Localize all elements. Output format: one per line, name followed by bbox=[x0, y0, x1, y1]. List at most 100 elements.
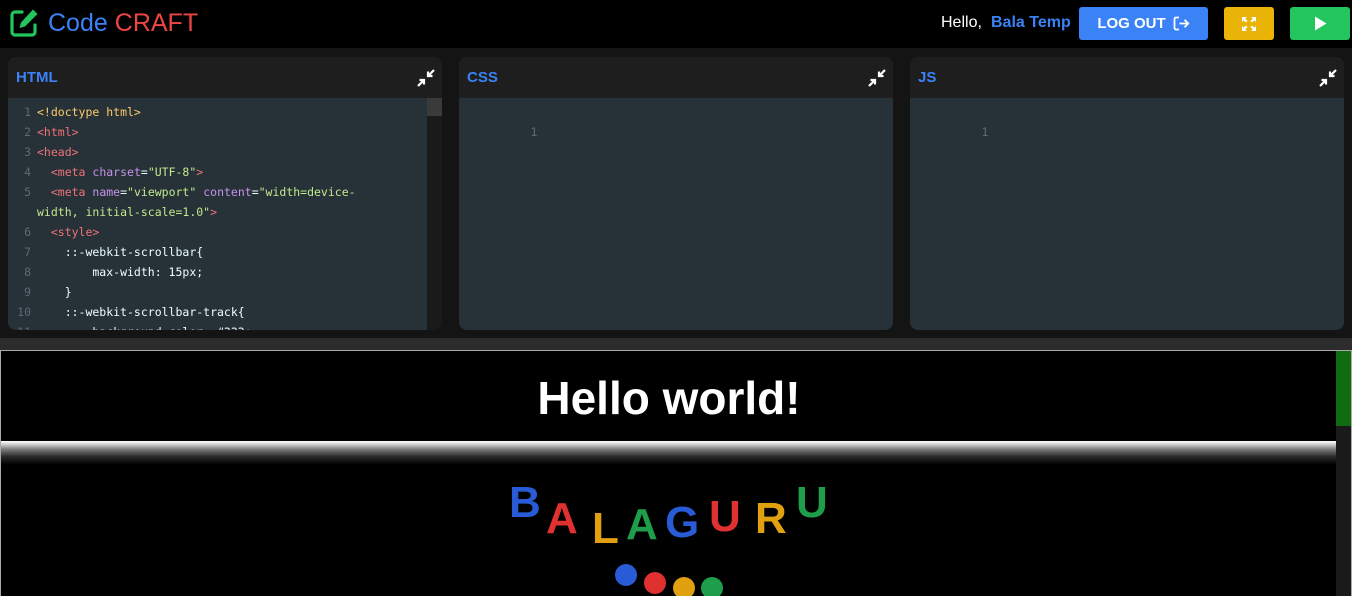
logout-button[interactable]: LOG OUT bbox=[1079, 7, 1208, 40]
logo-letter: A bbox=[546, 494, 578, 543]
play-icon bbox=[1314, 16, 1326, 31]
expand-icon bbox=[1242, 16, 1256, 31]
code-line: 4 <meta charset="UTF-8"> bbox=[8, 162, 203, 182]
css-editor-panel: CSS 1 bbox=[459, 57, 893, 330]
line-number: 1 bbox=[981, 125, 989, 139]
edit-icon bbox=[10, 9, 38, 37]
html-code-editor[interactable]: 1 <!doctype html> 2 <html> 3 <head> 4 <meta ch… bbox=[8, 98, 442, 330]
collapse-icon[interactable] bbox=[417, 69, 435, 87]
code-token: "viewport" bbox=[127, 185, 204, 199]
logo-letter: B bbox=[509, 478, 541, 527]
editor-area: HTML 1 <!doctype html> 2 <html> 3 <head> 4 <me… bbox=[0, 48, 1352, 384]
logo-letter: L bbox=[592, 504, 619, 553]
line-number: 5 bbox=[24, 185, 31, 199]
loading-dot bbox=[701, 577, 723, 596]
top-navbar: Code CRAFT Hello, Bala Temp LOG OUT bbox=[0, 0, 1352, 48]
code-line: 6 <style> bbox=[8, 222, 99, 242]
code-token: ::-webkit-scrollbar-track{ bbox=[37, 305, 245, 319]
collapse-icon[interactable] bbox=[1319, 69, 1337, 87]
logo-craft-text: CRAFT bbox=[114, 8, 199, 37]
code-token: <meta bbox=[50, 165, 93, 179]
app-logo[interactable]: Code CRAFT bbox=[8, 6, 198, 40]
code-token: <style> bbox=[50, 225, 100, 239]
code-token: <!doctype html> bbox=[37, 105, 141, 119]
html-editor-scrollbar[interactable] bbox=[427, 98, 442, 330]
js-panel-header: JS bbox=[910, 57, 1344, 98]
line-number: 11 bbox=[8, 322, 37, 330]
loading-dot bbox=[673, 577, 695, 596]
code-token: > bbox=[196, 165, 204, 179]
logo-letter: U bbox=[709, 492, 741, 541]
html-panel-title: HTML bbox=[16, 69, 58, 86]
html-editor-scroll-thumb[interactable] bbox=[427, 98, 442, 116]
split-divider[interactable] bbox=[0, 338, 1352, 350]
line-number: 1 bbox=[24, 105, 31, 119]
css-panel-header: CSS bbox=[459, 57, 893, 98]
css-panel-title: CSS bbox=[467, 69, 498, 86]
code-token: name bbox=[92, 185, 121, 199]
code-token: } bbox=[37, 285, 72, 299]
code-token: <head> bbox=[37, 145, 79, 159]
code-token: charset bbox=[92, 165, 141, 179]
preview-heading: Hello world! bbox=[537, 372, 801, 424]
code-line: 1 <!doctype html> bbox=[8, 102, 141, 122]
line-number: 9 bbox=[24, 285, 31, 299]
code-line: 8 max-width: 15px; bbox=[8, 262, 203, 282]
code-line: 10 ::-webkit-scrollbar-track{ bbox=[8, 302, 245, 322]
logo-code-text: Code bbox=[48, 8, 108, 37]
line-number: 8 bbox=[24, 265, 31, 279]
code-token: background-color: #333; bbox=[37, 325, 251, 330]
collapse-icon[interactable] bbox=[868, 69, 886, 87]
line-number: 4 bbox=[24, 165, 31, 179]
output-preview: Hello world! BALAGURU bbox=[0, 350, 1352, 596]
greeting-text: Hello, bbox=[941, 14, 982, 31]
code-token: = bbox=[251, 185, 259, 199]
js-panel-title: JS bbox=[918, 69, 937, 86]
code-token: "UTF-8" bbox=[147, 165, 197, 179]
code-line: width, initial-scale=1.0"> bbox=[8, 202, 217, 222]
logo-letter: G bbox=[665, 498, 700, 547]
html-editor-panel: HTML 1 <!doctype html> 2 <html> 3 <head> 4 <me… bbox=[8, 57, 442, 330]
logo-letter: U bbox=[796, 478, 828, 527]
username: Bala Temp bbox=[991, 14, 1071, 31]
code-line: 5 <meta name="viewport" content="width=d… bbox=[8, 182, 356, 202]
code-token: "width=device- bbox=[258, 185, 356, 199]
code-line: 11 background-color: #333; bbox=[8, 322, 252, 330]
html-panel-header: HTML bbox=[8, 57, 442, 98]
code-line: 1 bbox=[910, 102, 994, 139]
line-number: 6 bbox=[24, 225, 31, 239]
preview-scroll-thumb[interactable] bbox=[1336, 351, 1351, 426]
loading-dot bbox=[644, 572, 666, 594]
css-code-editor[interactable]: 1 bbox=[459, 98, 893, 330]
code-line: 2 <html> bbox=[8, 122, 78, 142]
logo-letter: A bbox=[626, 500, 658, 549]
line-number: 10 bbox=[17, 305, 31, 319]
code-token: width, initial-scale=1.0" bbox=[37, 205, 211, 219]
code-line: 1 bbox=[459, 102, 543, 139]
fullscreen-button[interactable] bbox=[1224, 7, 1274, 40]
code-line: 9 } bbox=[8, 282, 72, 302]
code-line: 3 <head> bbox=[8, 142, 79, 162]
preview-scrollbar[interactable] bbox=[1336, 351, 1351, 596]
logo-letter: R bbox=[755, 494, 787, 543]
line-number: 3 bbox=[24, 145, 31, 159]
js-code-editor[interactable]: 1 bbox=[910, 98, 1344, 330]
code-line: 7 ::-webkit-scrollbar{ bbox=[8, 242, 203, 262]
code-token: max-width: 15px; bbox=[37, 265, 204, 279]
code-token: = bbox=[140, 165, 148, 179]
run-button[interactable] bbox=[1290, 7, 1350, 40]
code-token: = bbox=[120, 185, 128, 199]
logout-label: LOG OUT bbox=[1097, 15, 1166, 32]
js-editor-panel: JS 1 bbox=[910, 57, 1344, 330]
line-number: 1 bbox=[530, 125, 538, 139]
line-number: 7 bbox=[24, 245, 31, 259]
code-token: ::-webkit-scrollbar{ bbox=[37, 245, 204, 259]
code-token: > bbox=[210, 205, 218, 219]
preview-divider bbox=[1, 441, 1337, 465]
loading-dot bbox=[615, 564, 637, 586]
code-token: content bbox=[203, 185, 252, 199]
line-number: 2 bbox=[24, 125, 31, 139]
